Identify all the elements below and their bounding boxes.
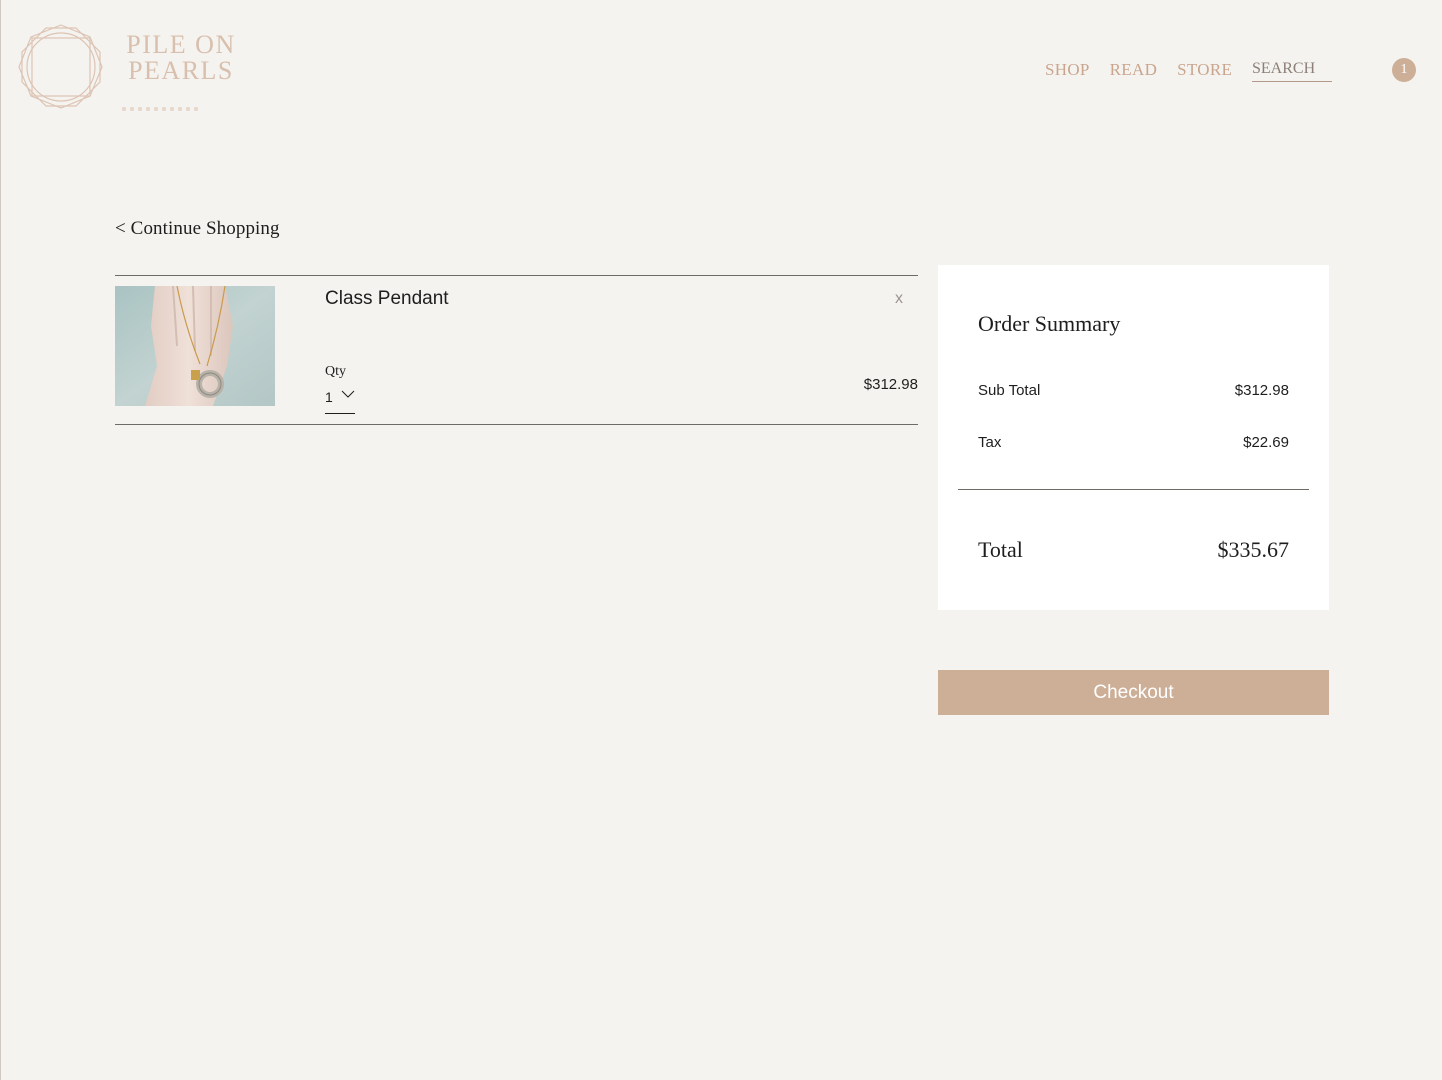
search-input[interactable] bbox=[1252, 58, 1330, 80]
order-summary-panel: Order Summary Sub Total $312.98 Tax $22.… bbox=[938, 265, 1329, 610]
tax-value: $22.69 bbox=[1243, 434, 1289, 451]
pendant-photo bbox=[115, 286, 275, 406]
nav-shop[interactable]: SHOP bbox=[1045, 60, 1090, 80]
total-label: Total bbox=[978, 537, 1023, 562]
subtotal-value: $312.98 bbox=[1234, 382, 1289, 399]
total-row: Total $335.67 bbox=[978, 537, 1289, 563]
remove-item-button[interactable]: x bbox=[895, 290, 903, 308]
item-price: $312.98 bbox=[863, 376, 918, 393]
brand-name-line1: PILE ON bbox=[126, 30, 236, 59]
product-image[interactable] bbox=[115, 286, 275, 406]
search-box bbox=[1252, 58, 1332, 82]
cart-count-badge[interactable]: 1 bbox=[1392, 58, 1416, 82]
subtotal-row: Sub Total $312.98 bbox=[978, 382, 1289, 399]
tax-row: Tax $22.69 bbox=[978, 434, 1289, 451]
quantity-value: 1 bbox=[325, 389, 333, 405]
brand-logo[interactable]: PILE ON PEARLS bbox=[16, 22, 256, 114]
brand-tagline bbox=[120, 98, 242, 111]
chevron-down-icon bbox=[341, 390, 355, 398]
main-nav: SHOP READ STORE bbox=[1045, 58, 1252, 82]
checkout-button[interactable]: Checkout bbox=[938, 670, 1329, 715]
total-value: $335.67 bbox=[1217, 537, 1290, 562]
cart-item-list: Class Pendant x Qty 1 $312.98 bbox=[115, 275, 918, 425]
page-left-border bbox=[0, 0, 1, 1080]
qty-label: Qty bbox=[325, 364, 346, 379]
octagon-logo-icon bbox=[18, 24, 103, 109]
summary-divider bbox=[958, 489, 1309, 490]
brand-name-line2: PEARLS bbox=[128, 56, 234, 85]
quantity-select[interactable]: 1 bbox=[325, 386, 355, 414]
tax-label: Tax bbox=[978, 434, 1002, 451]
continue-shopping-link[interactable]: < Continue Shopping bbox=[115, 218, 280, 240]
subtotal-label: Sub Total bbox=[978, 382, 1041, 399]
order-summary-title: Order Summary bbox=[978, 311, 1121, 336]
nav-read[interactable]: READ bbox=[1110, 60, 1157, 80]
nav-store[interactable]: STORE bbox=[1177, 60, 1232, 80]
product-name[interactable]: Class Pendant bbox=[325, 288, 449, 310]
